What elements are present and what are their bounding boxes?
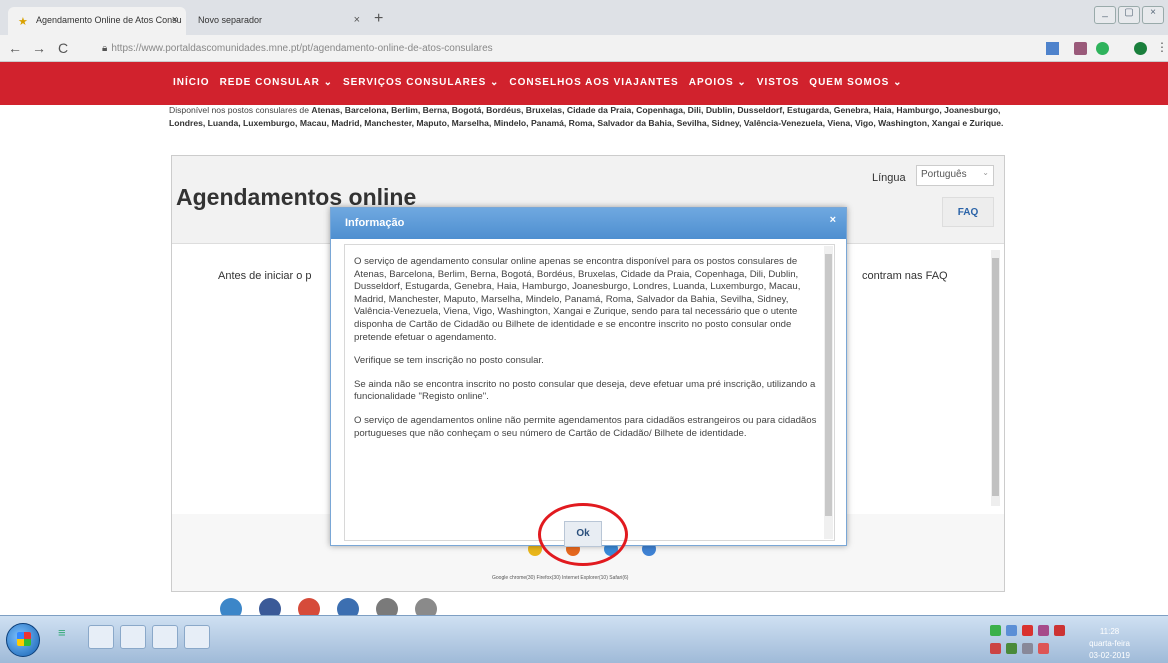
tray-icon[interactable] xyxy=(1038,625,1049,636)
highlight-circle xyxy=(538,503,628,566)
taskbar-window-icon[interactable] xyxy=(184,625,210,649)
taskbar-pin-icon[interactable]: ≡ xyxy=(58,625,76,649)
url-text: https://www.portaldascomunidades.mne.pt/… xyxy=(111,43,493,54)
extension-green-icon[interactable] xyxy=(1096,42,1109,55)
tray-icon[interactable] xyxy=(1038,643,1049,654)
profile-avatar[interactable] xyxy=(1134,42,1147,55)
nav-vistos[interactable]: VISTOS xyxy=(757,77,800,88)
tab-close-icon[interactable]: × xyxy=(172,14,178,26)
dialog-header: Informação × xyxy=(331,208,846,239)
url-input[interactable]: 🔒︎ https://www.portaldascomunidades.mne.p… xyxy=(96,39,1036,58)
information-dialog: Informação × O serviço de agendamento co… xyxy=(330,207,847,547)
taskbar-app-icon[interactable] xyxy=(152,625,178,649)
reload-button[interactable]: C xyxy=(58,40,68,56)
tray-icon[interactable] xyxy=(1006,643,1017,654)
forward-button[interactable]: → xyxy=(32,40,46,56)
nav-inicio[interactable]: INÍCIO xyxy=(173,77,210,88)
dialog-scrollbar[interactable] xyxy=(824,246,833,539)
tab-label: Novo separador xyxy=(198,15,263,25)
tray-icon[interactable] xyxy=(1054,625,1065,636)
site-favicon-icon: ★ xyxy=(18,16,28,28)
back-button[interactable]: ← xyxy=(8,40,22,56)
lock-icon: 🔒︎ xyxy=(102,43,108,54)
clock-time: 11:28 xyxy=(1099,627,1120,636)
tray-icon[interactable] xyxy=(1022,643,1033,654)
nav-servicos-consulares[interactable]: SERVIÇOS CONSULARES ⌄ xyxy=(343,77,499,88)
dialog-paragraph: Se ainda não se encontra inscrito no pos… xyxy=(354,378,816,403)
clock[interactable]: 11:28 quarta-feira 03-02-2019 xyxy=(1089,626,1130,662)
scrollbar-thumb[interactable] xyxy=(825,254,832,516)
menu-kebab-icon[interactable]: ⋮ xyxy=(1156,40,1168,54)
bookmark-star-icon[interactable] xyxy=(1046,42,1059,55)
nav-quem-somos[interactable]: QUEM SOMOS ⌄ xyxy=(809,77,902,88)
close-window-button[interactable]: × xyxy=(1142,6,1164,24)
start-button[interactable] xyxy=(6,623,40,657)
dialog-close-icon[interactable]: × xyxy=(830,214,836,226)
dialog-title: Informação xyxy=(345,217,405,229)
tab-agendamento[interactable]: ★ Agendamento Online de Atos Consu × xyxy=(8,7,186,35)
tab-new[interactable]: Novo separador × xyxy=(188,7,368,35)
system-tray: 11:28 quarta-feira 03-02-2019 xyxy=(988,621,1138,662)
dialog-paragraph: O serviço de agendamento consular online… xyxy=(354,256,801,343)
site-navigation: INÍCIO REDE CONSULAR ⌄ SERVIÇOS CONSULAR… xyxy=(0,62,1168,105)
windows-logo-icon xyxy=(17,632,31,646)
tray-icon[interactable] xyxy=(1022,625,1033,636)
tray-icon[interactable] xyxy=(990,625,1001,636)
nav-apoios[interactable]: APOIOS ⌄ xyxy=(689,77,747,88)
tray-icon[interactable] xyxy=(1006,625,1017,636)
address-bar: ← → C 🔒︎ https://www.portaldascomunidades… xyxy=(0,35,1168,62)
nav-rede-consular[interactable]: REDE CONSULAR ⌄ xyxy=(220,77,333,88)
taskbar: ≡ 11:28 quarta-feira 03-02-2019 xyxy=(0,615,1168,663)
browser-tab-bar: ★ Agendamento Online de Atos Consu × Nov… xyxy=(0,0,1168,35)
dialog-text: O serviço de agendamento consular online… xyxy=(354,256,819,451)
tray-icon[interactable] xyxy=(990,643,1001,654)
taskbar-folder-icon[interactable] xyxy=(120,625,146,649)
taskbar-chrome-icon[interactable] xyxy=(88,625,114,649)
new-tab-button[interactable]: + xyxy=(374,10,383,28)
dialog-paragraph: Verifique se tem inscrição no posto cons… xyxy=(354,355,544,367)
extension-icon[interactable] xyxy=(1074,42,1087,55)
nav-conselhos-viajantes[interactable]: CONSELHOS AOS VIAJANTES xyxy=(509,77,678,88)
maximize-button[interactable]: ▢ xyxy=(1118,6,1140,24)
dialog-body: O serviço de agendamento consular online… xyxy=(344,244,835,541)
tab-close-icon[interactable]: × xyxy=(354,14,360,26)
minimize-button[interactable]: _ xyxy=(1094,6,1116,24)
window-controls: _ ▢ × xyxy=(1094,6,1164,24)
clock-date: 03-02-2019 xyxy=(1089,651,1130,660)
tab-label: Agendamento Online de Atos Consu xyxy=(36,15,182,25)
dialog-paragraph: O serviço de agendamentos online não per… xyxy=(354,414,817,439)
clock-day: quarta-feira xyxy=(1089,639,1130,648)
